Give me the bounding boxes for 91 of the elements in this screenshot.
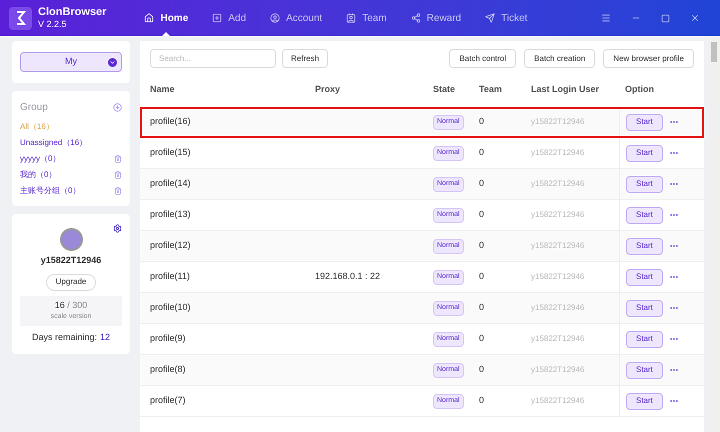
refresh-button[interactable]: Refresh [282,49,328,68]
column-header: Name [149,83,176,96]
days-count: 12 [100,330,110,344]
user-circle-icon [270,13,280,23]
contact-card-icon [346,13,356,23]
plus-square-icon [212,13,222,23]
nav-tab[interactable]: Add [200,0,258,36]
nav-tab[interactable]: Account [258,0,334,36]
team-cell-text: 0 [478,115,486,128]
nav-tab[interactable]: Home [132,0,200,36]
settings-icon[interactable] [113,224,122,233]
start-button[interactable]: Start [626,144,663,162]
start-button[interactable]: Start [626,238,663,254]
start-button[interactable]: Start [626,300,663,316]
name-cell-text: profile(16) [149,115,192,128]
start-button[interactable]: Start [626,206,663,224]
team-cell-text: 0 [478,177,486,190]
nav-tab[interactable]: Reward [398,0,474,36]
name-cell-text: profile(13) [149,208,192,222]
toolbar-button[interactable]: New browser profile [603,49,694,68]
group-item[interactable]: 我的（0） [20,169,56,181]
nav-tab[interactable]: Team [334,0,399,36]
proxy-cell: 192.168.0.1 : 22 [315,271,380,282]
column-header: Team [478,83,503,96]
group-item[interactable]: yyyyy（0） [20,153,60,165]
name-cell-text: profile(7) [149,394,187,408]
column-header: Option [624,83,655,96]
column-header: Proxy [314,83,342,96]
user-cell-text: y15822T12946 [530,302,586,314]
team-cell-text: 0 [478,208,486,222]
usage-count: 16 [54,300,65,310]
group-item[interactable]: Unassigned（16） [20,137,88,149]
start-button[interactable]: Start [626,268,663,286]
username: y15822T12946 [40,254,102,267]
days-label: Days remaining: [32,330,97,344]
user-cell-text: y15822T12946 [530,364,586,376]
trash-icon[interactable] [114,171,122,179]
start-button[interactable]: Start [626,176,663,192]
trash-icon[interactable] [114,155,122,163]
user-cell-text: y15822T12946 [530,147,586,159]
active-tab-indicator [162,32,170,36]
name-cell-text: profile(8) [149,363,187,376]
usage-limit: / 300 [67,300,88,310]
user-cell-text: y15822T12946 [530,271,586,283]
team-cell-text: 0 [478,270,486,284]
share-icon [410,13,421,23]
nav-tab[interactable]: Ticket [473,0,540,36]
start-button[interactable]: Start [626,362,663,378]
group-item[interactable]: 主账号分组（0） [20,185,80,197]
name-cell-text: profile(14) [149,177,192,190]
trash-icon[interactable] [114,187,122,195]
team-cell-text: 0 [478,239,486,252]
user-cell-text: y15822T12946 [530,395,586,407]
app-name: ClonBrowser [38,7,106,18]
app-version: V 2.2.5 [38,20,68,29]
toolbar-button[interactable]: Batch control [449,49,516,68]
add-group-icon[interactable] [113,103,122,112]
team-cell-text: 0 [478,332,486,346]
chevron-icon [108,58,117,66]
logo-icon [14,10,26,26]
search-field[interactable]: Search... [150,49,276,68]
start-button[interactable]: Start [626,330,663,348]
user-cell-text: y15822T12946 [530,240,586,252]
scope-select[interactable]: My [20,52,122,72]
avatar [60,228,82,251]
team-cell-text: 0 [478,363,486,376]
start-button[interactable]: Start [626,114,663,130]
name-cell-text: profile(9) [149,332,187,346]
column-header: State [432,83,456,96]
name-cell-text: profile(15) [149,146,192,160]
user-cell-text: y15822T12946 [530,116,586,128]
paper-plane-icon [485,13,496,23]
toolbar-button[interactable]: Batch creation [524,49,596,68]
user-cell-text: y15822T12946 [530,178,586,190]
upgrade-button[interactable]: Upgrade [46,274,96,290]
scrollbar-thumb[interactable] [711,42,717,62]
group-title: Group [20,101,48,115]
close-icon[interactable] [690,13,700,23]
team-cell-text: 0 [478,394,486,408]
home-icon [144,13,154,23]
column-header: Last Login User [530,83,600,96]
team-cell-text: 0 [478,301,486,314]
menu-icon[interactable] [601,13,611,23]
start-button[interactable]: Start [626,392,663,410]
name-cell-text: profile(12) [149,239,192,252]
maximize-icon[interactable] [661,14,670,22]
name-cell-text: profile(11) [149,270,191,284]
team-cell-text: 0 [478,146,486,160]
user-cell-text: y15822T12946 [530,209,586,221]
name-cell-text: profile(10) [149,301,192,314]
user-cell-text: y15822T12946 [530,333,586,345]
